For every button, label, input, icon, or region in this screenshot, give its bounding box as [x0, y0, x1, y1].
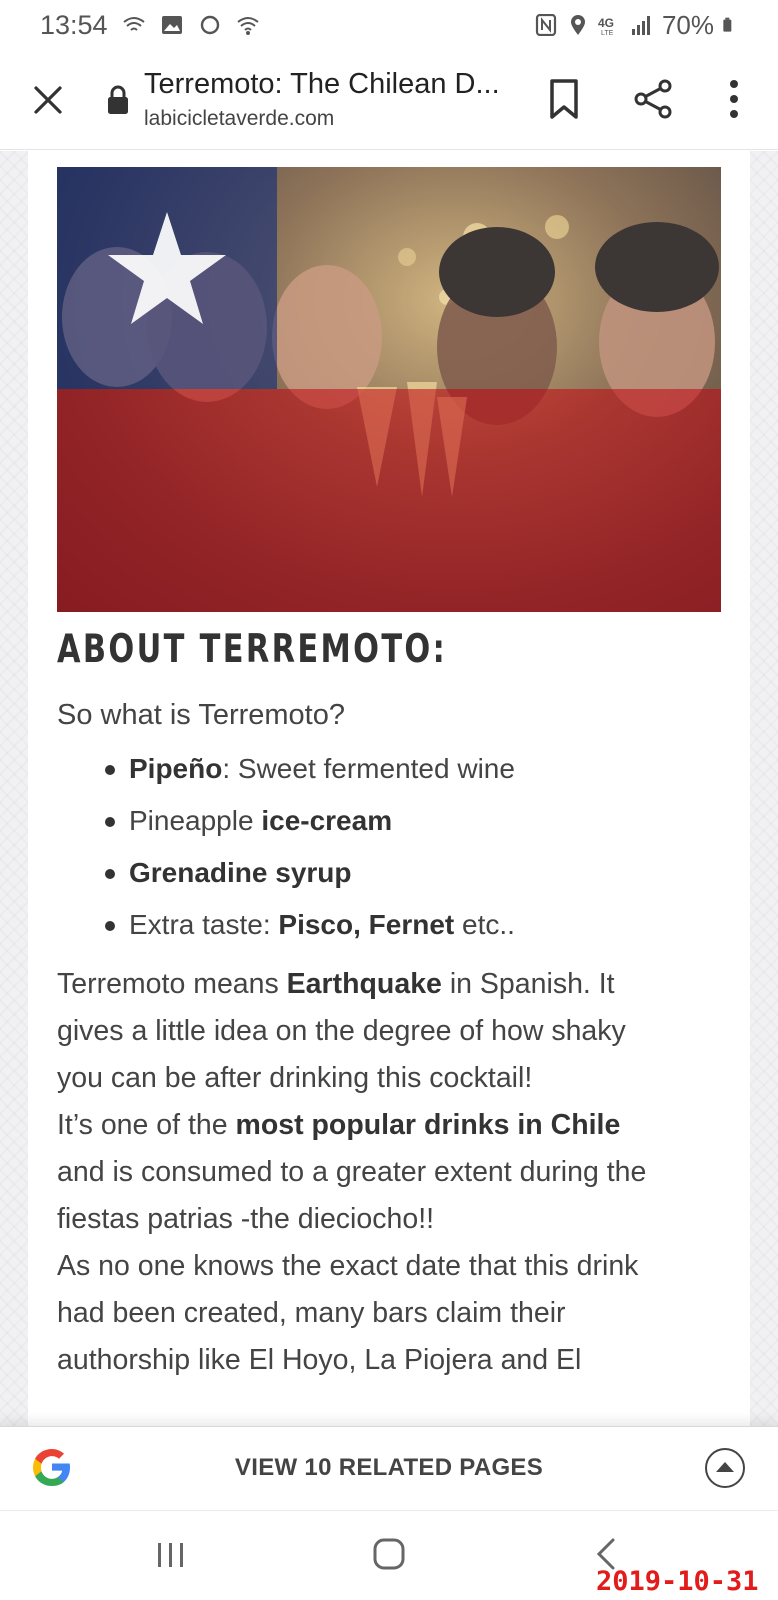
- text: and is consumed to a greater extent duri…: [57, 1156, 647, 1188]
- text: you can be after drinking this cocktail!: [57, 1062, 533, 1094]
- ingredient-name: Pisco, Fernet: [278, 909, 455, 940]
- list-item: Pineapple ice-cream: [57, 795, 717, 847]
- related-pages-bar[interactable]: VIEW 10 RELATED PAGES: [0, 1426, 778, 1510]
- location-icon: [570, 15, 585, 35]
- ingredient-prefix: Pineapple: [129, 805, 262, 836]
- list-item: Extra taste: Pisco, Fernet etc..: [57, 899, 717, 951]
- gallery-icon: [161, 16, 182, 34]
- list-item: Grenadine syrup: [57, 847, 717, 899]
- status-bar: 13:54 4G LTE 70%: [0, 0, 778, 50]
- wifi-icon: [236, 17, 259, 35]
- wifi-calling-icon: [122, 17, 145, 31]
- bullet: [105, 817, 115, 827]
- browser-toolbar: Terremoto: The Chilean D... labicicletav…: [0, 50, 778, 150]
- share-icon[interactable]: [632, 78, 674, 120]
- text: in Spanish. It: [441, 968, 615, 1000]
- text: fiestas patrias -the dieciocho!!: [57, 1203, 435, 1235]
- hero-image: [57, 167, 721, 612]
- ingredient-name: Grenadine syrup: [129, 857, 352, 888]
- chile-flag-overlay: [57, 167, 721, 612]
- bookmark-icon[interactable]: [546, 78, 582, 120]
- svg-text:LTE: LTE: [601, 30, 614, 36]
- ingredient-desc: : Sweet fermented wine: [222, 753, 515, 784]
- status-time: 13:54: [40, 9, 108, 40]
- emphasis: Earthquake: [286, 968, 442, 1000]
- paragraph-earthquake: Terremoto means Earthquake in Spanish. I…: [57, 961, 727, 1102]
- lock-icon: [108, 85, 128, 114]
- text: It’s one of the: [57, 1109, 236, 1141]
- ingredient-prefix: Extra taste:: [129, 909, 279, 940]
- text: gives a little idea on the degree of how…: [57, 1015, 626, 1047]
- svg-text:4G: 4G: [598, 16, 614, 30]
- nfc-icon: [535, 14, 557, 36]
- ingredient-desc: etc..: [454, 909, 515, 940]
- home-icon[interactable]: [372, 1537, 406, 1571]
- paragraph-history: As no one knows the exact date that this…: [57, 1243, 727, 1384]
- text: authorship like El Hoyo, La Piojera and …: [57, 1344, 582, 1376]
- section-heading: ABOUT TERREMOTO:: [57, 627, 448, 672]
- ingredient-name: Pipeño: [129, 753, 223, 784]
- text: Terremoto means: [57, 968, 287, 1000]
- ingredients-list: Pipeño: Sweet fermented wine Pineapple i…: [57, 743, 717, 951]
- battery-icon: [723, 17, 732, 32]
- more-options-icon[interactable]: [718, 76, 750, 122]
- article-content: ABOUT TERREMOTO: So what is Terremoto? P…: [28, 151, 750, 1426]
- bullet: [105, 765, 115, 775]
- text: As no one knows the exact date that this…: [57, 1250, 639, 1282]
- 4g-lte-icon: 4GLTE: [598, 16, 614, 36]
- signal-icon: [631, 16, 650, 35]
- battery-percent: 70%: [661, 9, 714, 40]
- emphasis: most popular drinks in Chile: [235, 1109, 621, 1141]
- date-stamp: 2019-10-31: [596, 1566, 759, 1597]
- close-icon[interactable]: [28, 80, 68, 120]
- recent-apps-icon[interactable]: [155, 1541, 187, 1569]
- sync-icon: [200, 15, 219, 35]
- text: had been created, many bars claim their: [57, 1297, 566, 1329]
- paragraph-popular: It’s one of the most popular drinks in C…: [57, 1102, 727, 1243]
- bullet: [105, 869, 115, 879]
- page-url[interactable]: labicicletaverde.com: [144, 107, 334, 131]
- bullet: [105, 921, 115, 931]
- list-item: Pipeño: Sweet fermented wine: [57, 743, 717, 795]
- expand-up-icon[interactable]: [704, 1447, 746, 1489]
- section-lead: So what is Terremoto?: [57, 699, 345, 731]
- ingredient-name: ice-cream: [261, 805, 393, 836]
- related-pages-label[interactable]: VIEW 10 RELATED PAGES: [0, 1454, 778, 1482]
- page-title[interactable]: Terremoto: The Chilean D...: [144, 68, 514, 101]
